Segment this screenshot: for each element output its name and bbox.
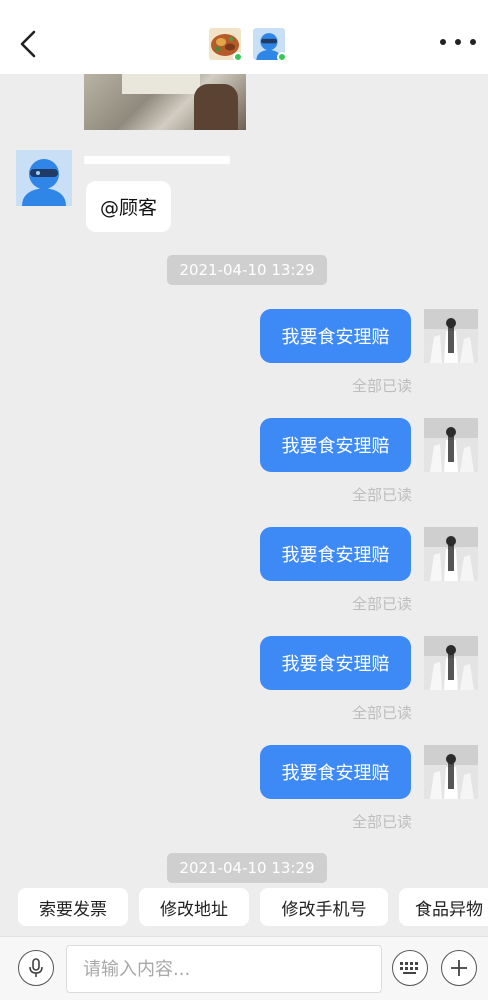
outgoing-message-bubble[interactable]: 我要食安理赔 xyxy=(260,527,411,581)
user-portrait-avatar-icon xyxy=(424,745,478,799)
message-input[interactable] xyxy=(66,945,382,993)
timestamp-text: 2021-04-10 13:29 xyxy=(179,261,315,279)
read-receipt: 全部已读 xyxy=(351,486,412,504)
read-receipt: 全部已读 xyxy=(351,813,412,831)
microphone-icon xyxy=(29,958,43,977)
more-options-button[interactable] xyxy=(440,32,476,52)
participant-avatar-merchant[interactable] xyxy=(209,28,241,60)
keyboard-button[interactable] xyxy=(392,950,428,986)
user-portrait-avatar-icon xyxy=(424,527,478,581)
more-dots-icon xyxy=(440,39,446,45)
back-button[interactable] xyxy=(14,26,42,62)
online-status-dot xyxy=(233,52,241,60)
outgoing-message-bubble[interactable]: 我要食安理赔 xyxy=(260,636,411,690)
message-text: 我要食安理赔 xyxy=(281,763,390,784)
read-receipt: 全部已读 xyxy=(351,595,412,613)
message-text: 我要食安理赔 xyxy=(281,327,390,348)
chevron-left-icon xyxy=(20,30,36,58)
image-message[interactable] xyxy=(84,74,246,130)
online-status-dot xyxy=(277,52,285,60)
my-avatar[interactable] xyxy=(424,745,478,799)
chat-header xyxy=(0,0,488,74)
sender-avatar[interactable] xyxy=(16,150,72,206)
timestamp-divider: 2021-04-10 13:29 xyxy=(167,853,327,883)
my-avatar[interactable] xyxy=(424,418,478,472)
message-text: 我要食安理赔 xyxy=(281,436,390,457)
add-button[interactable] xyxy=(441,950,477,986)
outgoing-message-bubble[interactable]: 我要食安理赔 xyxy=(260,745,411,799)
quick-reply-change-phone[interactable]: 修改手机号 xyxy=(260,888,388,926)
incoming-message-bubble[interactable]: @顾客 xyxy=(86,181,172,232)
my-avatar[interactable] xyxy=(424,527,478,581)
voice-button[interactable] xyxy=(18,950,54,986)
quick-reply-change-address[interactable]: 修改地址 xyxy=(139,888,249,926)
quick-reply-foreign-object[interactable]: 食品异物 xyxy=(399,888,488,926)
read-receipt: 全部已读 xyxy=(351,704,412,722)
quick-reply-bar: 索要发票 修改地址 修改手机号 食品异物 xyxy=(0,888,488,928)
keyboard-icon xyxy=(400,962,418,974)
user-portrait-avatar-icon xyxy=(424,418,478,472)
my-avatar[interactable] xyxy=(424,309,478,363)
quick-reply-invoice[interactable]: 索要发票 xyxy=(18,888,128,926)
courier-helmet-avatar-icon xyxy=(16,150,72,206)
message-text: 我要食安理赔 xyxy=(281,545,390,566)
plus-icon xyxy=(451,960,467,976)
input-bar xyxy=(0,936,488,1000)
read-receipt: 全部已读 xyxy=(351,377,412,395)
sender-name-redacted xyxy=(84,156,230,164)
message-text: 我要食安理赔 xyxy=(281,654,390,675)
message-text: @顾客 xyxy=(100,197,158,219)
user-portrait-avatar-icon xyxy=(424,309,478,363)
user-portrait-avatar-icon xyxy=(424,636,478,690)
timestamp-text: 2021-04-10 13:29 xyxy=(179,859,315,877)
participant-avatar-courier[interactable] xyxy=(253,28,285,60)
timestamp-divider: 2021-04-10 13:29 xyxy=(167,255,327,285)
outgoing-message-bubble[interactable]: 我要食安理赔 xyxy=(260,418,411,472)
outgoing-message-bubble[interactable]: 我要食安理赔 xyxy=(260,309,411,363)
my-avatar[interactable] xyxy=(424,636,478,690)
